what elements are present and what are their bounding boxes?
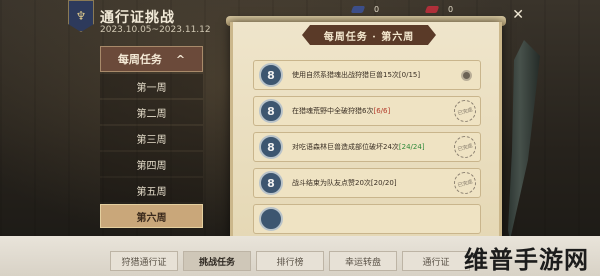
sidebar-item-week-5[interactable]: 第五周 (100, 178, 203, 202)
tab-label: 排行榜 (276, 257, 304, 268)
currency-value: 0 (374, 4, 380, 14)
task-progress: [20/20] (370, 179, 397, 187)
task-row[interactable]: 8 使用自然系猎魂出战狩猎巨兽15次[0/15] (253, 60, 481, 90)
task-row[interactable]: 8 在猎魂荒野中全破狩猎6次[6/6] 已完成 (253, 96, 481, 126)
week-label: 第一周 (136, 82, 167, 94)
week-label: 第二周 (136, 108, 167, 120)
task-badge: 8 (259, 171, 283, 195)
tab-label: 通行证 (422, 257, 450, 268)
tab-hunting-pass[interactable]: 狩猎通行证 (110, 251, 178, 271)
task-badge: 8 (259, 135, 283, 159)
task-progress: [6/6] (373, 107, 391, 115)
week-label: 第六周 (136, 212, 167, 224)
red-gem-icon (424, 5, 440, 13)
task-badge (259, 207, 283, 231)
tab-leaderboard[interactable]: 排行榜 (256, 251, 324, 271)
tab-label: 挑战任务 (198, 257, 235, 268)
week-sidebar: 每周任务 ^ 第一周 第二周 第三周 第四周 第五周 第六周 (100, 46, 203, 228)
week-label: 第四周 (136, 160, 167, 172)
task-text: 对吃语森林巨兽造成部位破坏24次 (292, 143, 399, 151)
task-row[interactable]: 8 对吃语森林巨兽造成部位破坏24次[24/24] 已完成 (253, 132, 481, 162)
event-date-range: 2023.10.05~2023.11.12 (100, 25, 211, 35)
task-description: 对吃语森林巨兽造成部位破坏24次[24/24] (292, 142, 425, 152)
task-row[interactable]: 8 战斗结束为队友点赞20次[20/20] 已完成 (253, 168, 481, 198)
tab-label: 幸运转盘 (344, 257, 381, 268)
page-title: 通行证挑战 (100, 10, 175, 26)
tab-label: 狩猎通行证 (121, 257, 167, 268)
panel-banner-title: 每周任务 · 第六周 (302, 25, 436, 45)
task-text: 使用自然系猎魂出战狩猎巨兽15次 (292, 71, 399, 79)
task-badge: 8 (259, 99, 283, 123)
weekly-tasks-header[interactable]: 每周任务 ^ (100, 46, 203, 72)
task-badge: 8 (259, 63, 283, 87)
completed-stamp-icon: 已完成 (451, 133, 479, 161)
blue-gem-icon (350, 5, 366, 13)
week-label: 第五周 (136, 186, 167, 198)
chevron-up-icon: ^ (175, 52, 186, 66)
task-description: 在猎魂荒野中全破狩猎6次[6/6] (292, 106, 390, 116)
site-watermark: 维普手游网 (464, 246, 589, 274)
task-description: 战斗结束为队友点赞20次[20/20] (292, 178, 397, 188)
tab-pass[interactable]: 通行证 (402, 251, 470, 271)
task-description: 使用自然系猎魂出战狩猎巨兽15次[0/15] (292, 70, 420, 80)
status-dot-icon (461, 70, 472, 81)
sidebar-item-week-4[interactable]: 第四周 (100, 152, 203, 176)
task-row-partial[interactable] (253, 204, 481, 234)
task-progress: [0/15] (398, 71, 421, 79)
currency-value: 0 (448, 4, 454, 14)
completed-stamp-icon: 已完成 (451, 169, 479, 197)
task-progress: [24/24] (398, 143, 425, 151)
weekly-tasks-label: 每周任务 (117, 53, 162, 66)
close-icon[interactable]: ✕ (512, 8, 524, 22)
currency-red: 0 (424, 2, 454, 16)
sidebar-item-week-1[interactable]: 第一周 (100, 74, 203, 98)
sidebar-item-week-2[interactable]: 第二周 (100, 100, 203, 124)
sidebar-item-week-3[interactable]: 第三周 (100, 126, 203, 150)
completed-stamp-icon: 已完成 (451, 97, 479, 125)
task-text: 在猎魂荒野中全破狩猎6次 (292, 107, 374, 115)
sidebar-item-week-6[interactable]: 第六周 (100, 204, 203, 228)
task-parchment-panel: 每周任务 · 第六周 8 使用自然系猎魂出战狩猎巨兽15次[0/15] 8 在猎… (230, 22, 502, 240)
currency-blue: 0 (350, 2, 380, 16)
week-label: 第三周 (136, 134, 167, 146)
tab-challenge-tasks[interactable]: 挑战任务 (183, 251, 251, 271)
tab-lucky-wheel[interactable]: 幸运转盘 (329, 251, 397, 271)
task-text: 战斗结束为队友点赞20次 (292, 179, 371, 187)
